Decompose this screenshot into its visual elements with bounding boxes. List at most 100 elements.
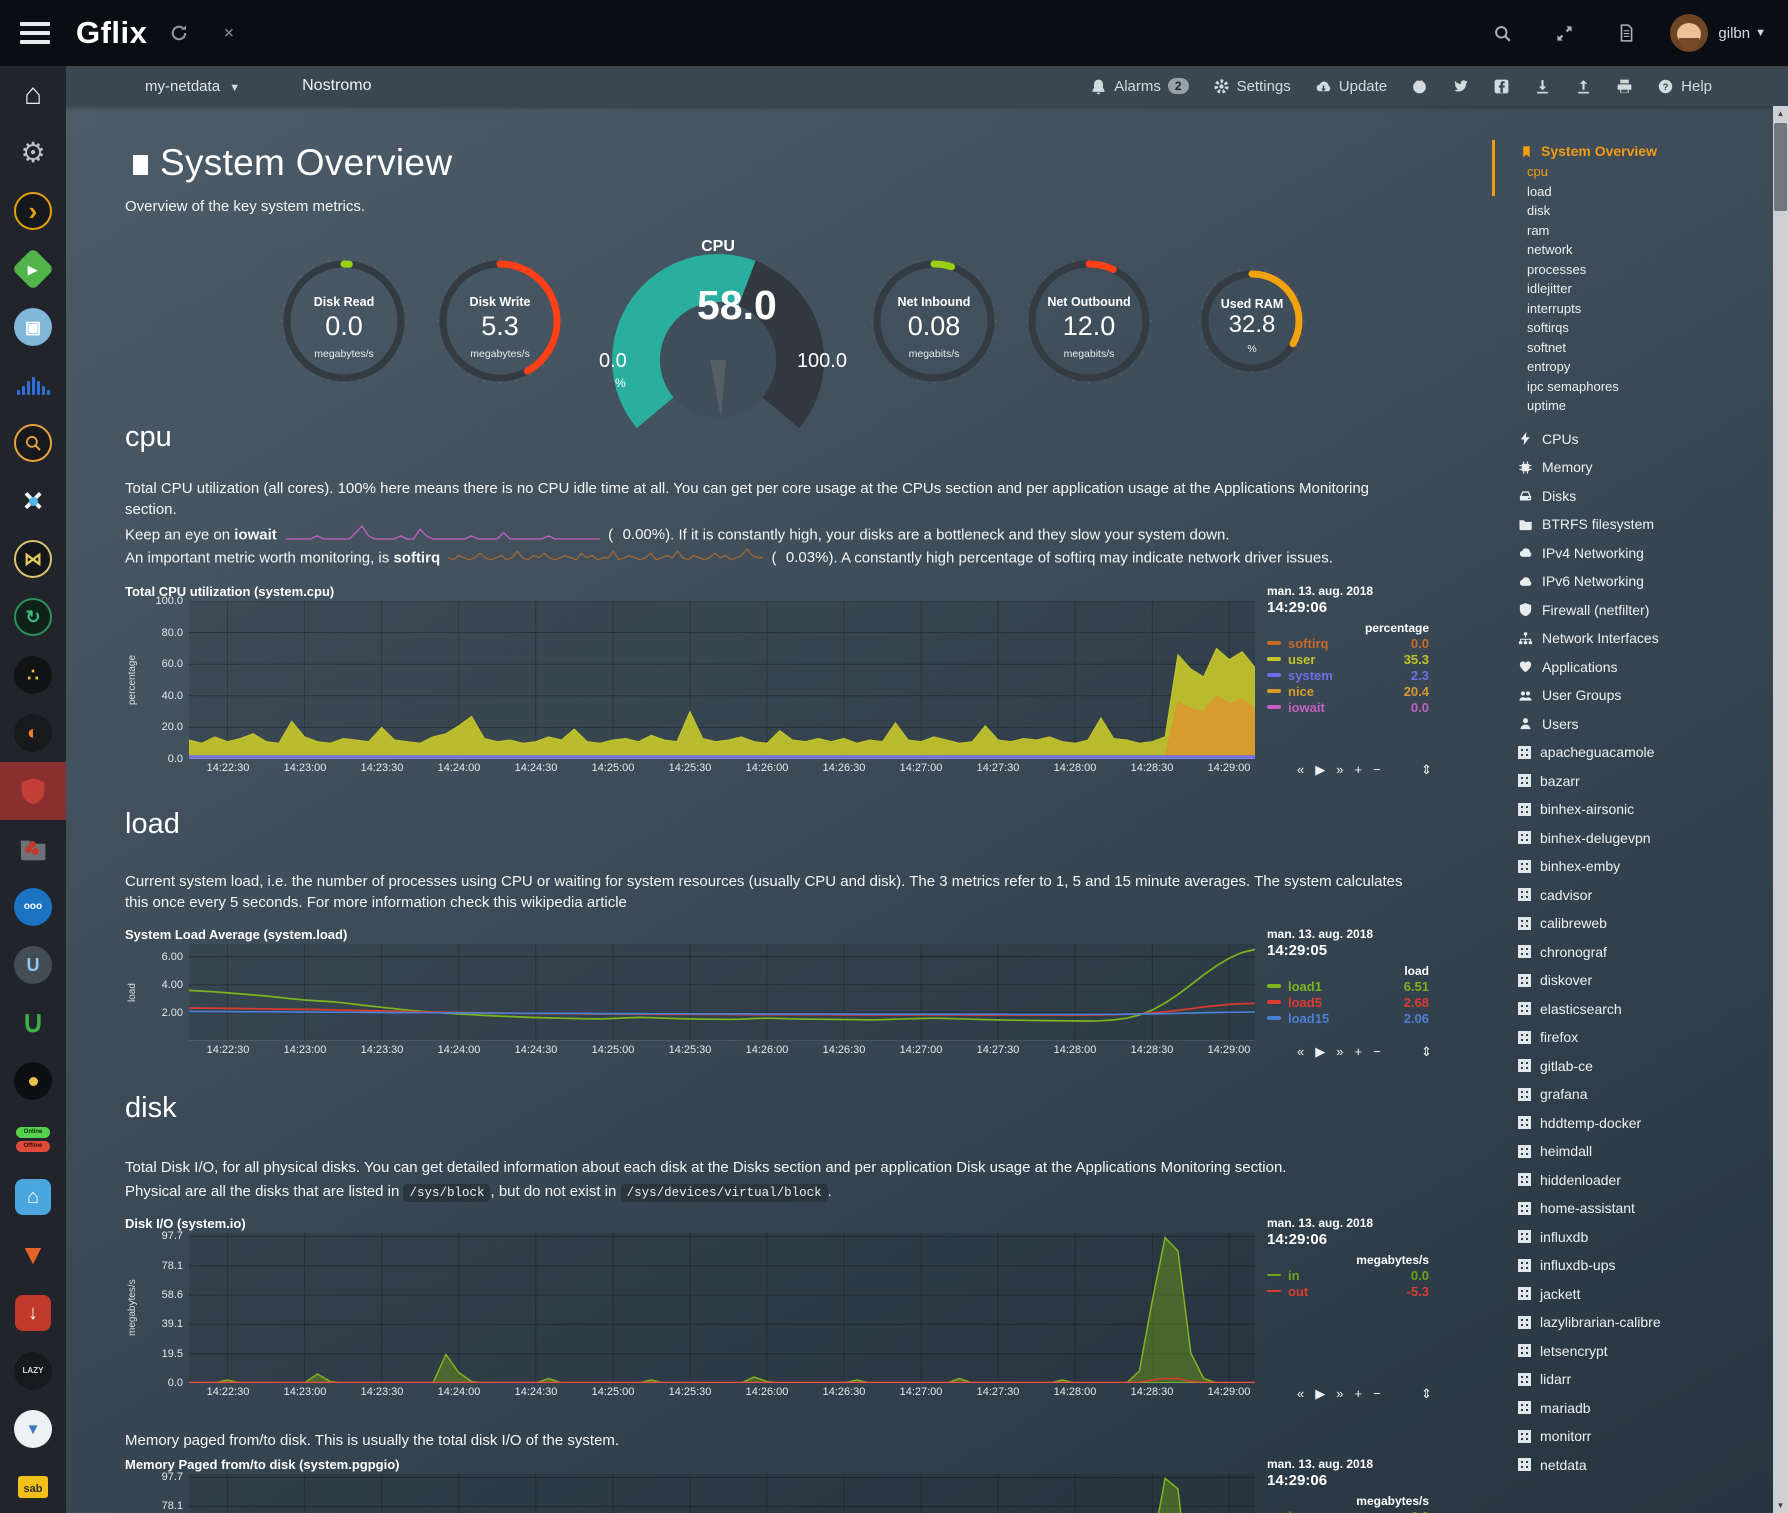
sidebar-item-cadvisor[interactable]: cadvisor [1496, 881, 1772, 910]
chart-resize-handle[interactable]: ⇕ [1421, 1386, 1432, 1402]
sidebar-subitem-ipc-semaphores[interactable]: ipc semaphores [1496, 377, 1772, 397]
legend-row-in[interactable]: in 0.0 [1267, 1508, 1431, 1513]
chart-plot-area[interactable] [189, 601, 1255, 759]
chart-plot-area[interactable] [189, 944, 1255, 1041]
app-sidebar-item-gitlab[interactable]: ▼ [0, 1226, 66, 1284]
app-sidebar-item-youtube-dl[interactable]: ↓ [0, 1284, 66, 1342]
chart-toolbar-button[interactable]: « [1297, 1386, 1304, 1402]
legend-row-softirq[interactable]: softirq 0.0 [1267, 635, 1431, 651]
sidebar-item-memory[interactable]: Memory [1496, 453, 1772, 482]
chart-toolbar-button[interactable]: + [1354, 1044, 1362, 1060]
close-tab-icon[interactable]: × [211, 15, 247, 51]
app-sidebar-item-ombi[interactable]: ⋈ [0, 530, 66, 588]
sidebar-item-mariadb[interactable]: mariadb [1496, 1394, 1772, 1423]
sidebar-item-binhex-delugevpn[interactable]: binhex-delugevpn [1496, 824, 1772, 853]
app-sidebar-item-deluge[interactable]: ▼ [0, 1400, 66, 1458]
refresh-icon[interactable] [161, 15, 197, 51]
user-menu-caret-icon[interactable]: ▼ [1755, 27, 1766, 39]
sidebar-subitem-processes[interactable]: processes [1496, 260, 1772, 280]
alarms-button[interactable]: Alarms2 [1090, 78, 1188, 95]
fullscreen-icon[interactable] [1546, 15, 1582, 51]
sidebar-item-letsencrypt[interactable]: letsencrypt [1496, 1337, 1772, 1366]
chart-toolbar-button[interactable]: » [1336, 762, 1343, 778]
scrollbar-up-arrow[interactable]: ▲ [1773, 106, 1788, 121]
update-button[interactable]: Update [1315, 78, 1387, 95]
sidebar-item-gitlab-ce[interactable]: gitlab-ce [1496, 1052, 1772, 1081]
node-dropdown[interactable]: my-netdata ▼ [145, 78, 240, 95]
settings-button[interactable]: Settings [1213, 78, 1291, 95]
sidebar-item-firefox[interactable]: firefox [1496, 1023, 1772, 1052]
chart-toolbar-button[interactable]: + [1354, 762, 1362, 778]
sidebar-item-calibreweb[interactable]: calibreweb [1496, 909, 1772, 938]
app-sidebar-item-node-graph[interactable]: ∴ [0, 646, 66, 704]
chart-toolbar-button[interactable]: − [1373, 762, 1381, 778]
sidebar-subitem-entropy[interactable]: entropy [1496, 357, 1772, 377]
sidebar-item-hddtemp-docker[interactable]: hddtemp-docker [1496, 1109, 1772, 1138]
sidebar-item-bazarr[interactable]: bazarr [1496, 767, 1772, 796]
app-sidebar-item-magnet[interactable]: ∪ [0, 994, 66, 1052]
app-sidebar-item-tautulli[interactable]: ▣ [0, 298, 66, 356]
sidebar-item-user-groups[interactable]: User Groups [1496, 681, 1772, 710]
sidebar-item-ipv4-networking[interactable]: IPv4 Networking [1496, 539, 1772, 568]
sidebar-subitem-softnet[interactable]: softnet [1496, 338, 1772, 358]
sidebar-item-monitorr[interactable]: monitorr [1496, 1422, 1772, 1451]
sidebar-subitem-network[interactable]: network [1496, 240, 1772, 260]
app-sidebar-item-pihole[interactable] [0, 762, 66, 820]
app-sidebar-item-kodi-cross[interactable]: × [0, 472, 66, 530]
chart-toolbar-button[interactable]: + [1354, 1386, 1362, 1402]
chart-resize-handle[interactable]: ⇕ [1421, 762, 1432, 778]
scrollbar-thumb[interactable] [1774, 123, 1787, 211]
chart-resize-handle[interactable]: ⇕ [1421, 1044, 1432, 1060]
chart-toolbar-button[interactable]: − [1373, 1044, 1381, 1060]
sidebar-item-cpus[interactable]: CPUs [1496, 425, 1772, 454]
sidebar-item-users[interactable]: Users [1496, 710, 1772, 739]
legend-row-user[interactable]: user 35.3 [1267, 651, 1431, 667]
changelog-icon[interactable] [1608, 15, 1644, 51]
chart-toolbar-button[interactable]: ▶ [1315, 1386, 1325, 1402]
app-sidebar-item-plex[interactable]: › [0, 182, 66, 240]
sidebar-item-lidarr[interactable]: lidarr [1496, 1365, 1772, 1394]
chart-toolbar-button[interactable]: ▶ [1315, 762, 1325, 778]
sidebar-subitem-cpu[interactable]: cpu [1496, 162, 1772, 182]
sidebar-item-binhex-airsonic[interactable]: binhex-airsonic [1496, 795, 1772, 824]
app-sidebar-item-home[interactable]: ⌂ [0, 66, 66, 124]
sidebar-item-jackett[interactable]: jackett [1496, 1280, 1772, 1309]
sidebar-item-firewall-netfilter-[interactable]: Firewall (netfilter) [1496, 596, 1772, 625]
app-sidebar-item-sabnzbd[interactable]: sab [0, 1458, 66, 1513]
facebook-icon[interactable] [1493, 78, 1510, 95]
chart-toolbar-button[interactable]: « [1297, 762, 1304, 778]
app-sidebar-item-lazylibrarian[interactable]: LAZY [0, 1342, 66, 1400]
sidebar-subitem-disk[interactable]: disk [1496, 201, 1772, 221]
github-icon[interactable] [1411, 78, 1428, 95]
avatar[interactable] [1670, 14, 1708, 52]
chart-toolbar-button[interactable]: » [1336, 1044, 1343, 1060]
export-snapshot-icon[interactable] [1534, 78, 1551, 95]
scrollbar-down-arrow[interactable]: ▼ [1773, 1498, 1788, 1513]
sidebar-item-system-overview[interactable]: System Overview [1496, 140, 1772, 162]
legend-row-in[interactable]: in 0.0 [1267, 1267, 1431, 1283]
sidebar-item-influxdb[interactable]: influxdb [1496, 1223, 1772, 1252]
sidebar-item-grafana[interactable]: grafana [1496, 1080, 1772, 1109]
sidebar-subitem-ram[interactable]: ram [1496, 221, 1772, 241]
sidebar-item-lazylibrarian-calibre[interactable]: lazylibrarian-calibre [1496, 1308, 1772, 1337]
legend-row-nice[interactable]: nice 20.4 [1267, 683, 1431, 699]
sidebar-subitem-softirqs[interactable]: softirqs [1496, 318, 1772, 338]
legend-row-system[interactable]: system 2.3 [1267, 667, 1431, 683]
sidebar-subitem-load[interactable]: load [1496, 182, 1772, 202]
chart-plot-area[interactable] [189, 1474, 1255, 1513]
app-sidebar-item-nextcloud[interactable]: ooo [0, 878, 66, 936]
help-button[interactable]: ?Help [1657, 78, 1712, 95]
sidebar-item-home-assistant[interactable]: home-assistant [1496, 1194, 1772, 1223]
chart-toolbar-button[interactable]: ▶ [1315, 1044, 1325, 1060]
sidebar-item-network-interfaces[interactable]: Network Interfaces [1496, 624, 1772, 653]
chart-toolbar-button[interactable]: « [1297, 1044, 1304, 1060]
legend-row-load5[interactable]: load5 2.68 [1267, 994, 1431, 1010]
app-sidebar-item-monitorr[interactable]: OnlineOffline [0, 1110, 66, 1168]
sidebar-item-apacheguacamole[interactable]: apacheguacamole [1496, 738, 1772, 767]
app-sidebar-item-home-assistant[interactable]: ⌂ [0, 1168, 66, 1226]
app-sidebar-item-emby[interactable]: ▶ [0, 240, 66, 298]
app-sidebar-item-unifi[interactable]: U [0, 936, 66, 994]
chart-plot-area[interactable] [189, 1233, 1255, 1383]
app-sidebar-item-glances[interactable]: ↻ [0, 588, 66, 646]
legend-row-iowait[interactable]: iowait 0.0 [1267, 699, 1431, 715]
